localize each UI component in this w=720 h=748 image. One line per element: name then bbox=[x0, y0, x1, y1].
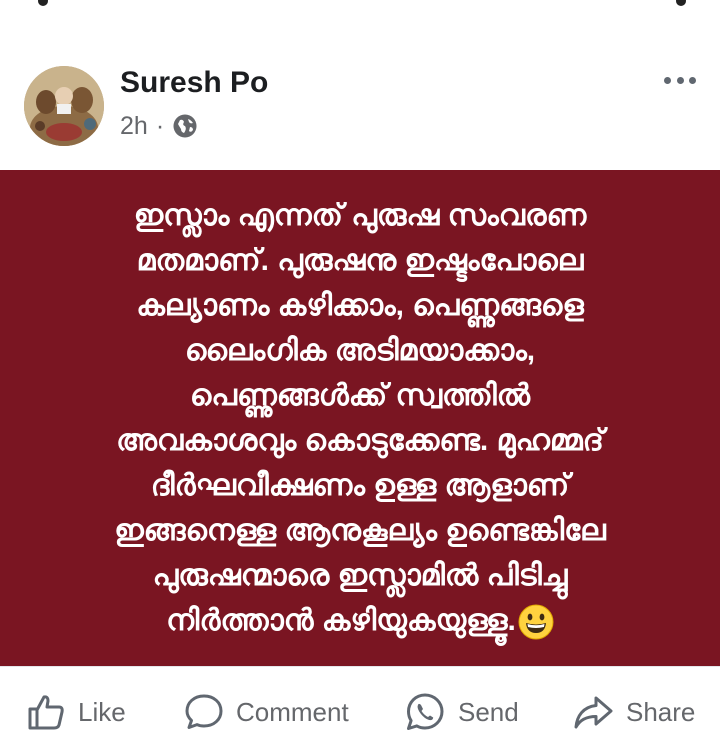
post-line: പെണ്ണുങ്ങൾക്ക് സ്വത്തിൽ bbox=[189, 379, 531, 412]
avatar[interactable] bbox=[24, 66, 104, 146]
post-text-card: ഇസ്ലാം എന്നത് പുരുഷ സംവരണ മതമാണ്. പുരുഷന… bbox=[0, 170, 720, 666]
status-bar-edge bbox=[0, 0, 720, 12]
comment-label: Comment bbox=[236, 696, 349, 727]
grinning-face-emoji bbox=[518, 604, 554, 640]
more-dot bbox=[664, 76, 671, 84]
globe-icon bbox=[173, 114, 197, 138]
post-line: അവകാശവും കൊടുക്കേണ്ട. മുഹമ്മദ് bbox=[116, 424, 604, 457]
author-name[interactable]: Suresh Po bbox=[120, 66, 268, 100]
status-mark-right bbox=[676, 0, 686, 6]
send-label: Send bbox=[458, 696, 519, 727]
more-dot bbox=[676, 76, 684, 84]
share-button[interactable]: Share bbox=[572, 680, 695, 744]
post-time[interactable]: 2h bbox=[120, 112, 148, 141]
more-dots-icon[interactable] bbox=[664, 70, 696, 90]
like-label: Like bbox=[78, 696, 126, 727]
meta-separator: · bbox=[155, 111, 165, 140]
more-dot bbox=[689, 76, 696, 84]
like-button[interactable]: Like bbox=[26, 680, 126, 744]
post-line: പുരുഷന്മാരെ ഇസ്ലാമിൽ പിടിച്ചു bbox=[152, 559, 568, 592]
status-mark-left bbox=[38, 0, 48, 6]
post-line: ഇങ്ങനെള്ള ആനുകൂല്യം ഉണ്ടെങ്കിലേ bbox=[114, 514, 606, 547]
post-line: മതമാണ്. പുരുഷനു ഇഷ്ടംപോലെ bbox=[136, 244, 584, 277]
post-header: Suresh Po 2h · bbox=[0, 60, 720, 160]
send-button[interactable]: Send bbox=[404, 680, 519, 744]
whatsapp-send-icon bbox=[407, 693, 444, 730]
share-label: Share bbox=[626, 696, 696, 727]
post-meta: 2h · bbox=[120, 110, 198, 142]
post-line: കല്യാണം കഴിക്കാം, പെണ്ണുങ്ങളെ bbox=[136, 289, 584, 322]
thumbs-up-icon bbox=[28, 695, 64, 730]
post-line: ലൈംഗിക അടിമയാക്കാം, bbox=[184, 334, 536, 367]
post-last-line: നിർത്താൻ കഴിയുകയുള്ളൂ. bbox=[50, 598, 670, 643]
post-line: ഇസ്ലാം എന്നത് പുരുഷ സംവരണ bbox=[133, 199, 587, 232]
post-text: ഇസ്ലാം എന്നത് പുരുഷ സംവരണ മതമാണ്. പുരുഷന… bbox=[50, 193, 670, 643]
post-line: നിർത്താൻ കഴിയുകയുള്ളൂ. bbox=[166, 604, 516, 637]
comment-bubble-icon bbox=[185, 694, 223, 729]
avatar-image bbox=[24, 66, 104, 146]
actions-divider bbox=[0, 666, 720, 667]
comment-button[interactable]: Comment bbox=[184, 680, 349, 744]
post-line: ദീർഘവീക്ഷണം ഉള്ള ആളാണ് bbox=[150, 469, 570, 502]
post-actions-bar: Like Comment Send Share bbox=[0, 680, 720, 744]
share-arrow-icon bbox=[574, 696, 613, 729]
